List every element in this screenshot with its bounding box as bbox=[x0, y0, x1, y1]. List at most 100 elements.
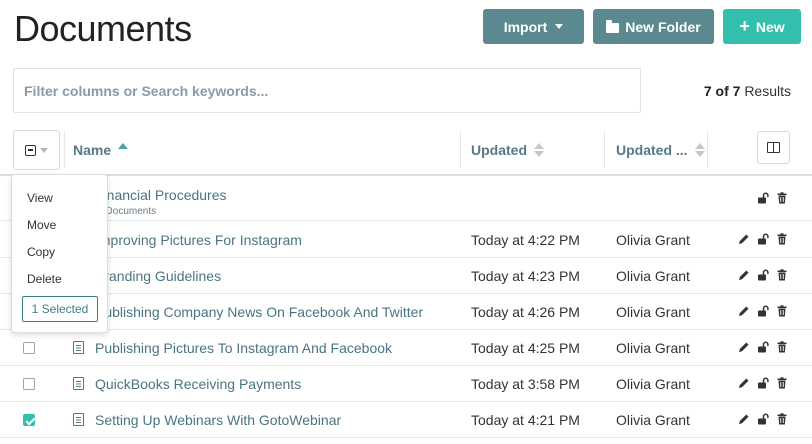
row-checkbox[interactable] bbox=[23, 378, 35, 390]
bulk-actions-menu: View Move Copy Delete 1 Selected bbox=[11, 174, 108, 333]
document-icon bbox=[73, 377, 84, 390]
row-name-link[interactable]: Financial Procedures bbox=[95, 187, 227, 203]
table-row[interactable]: QuickBooks Receiving Payments Today at 3… bbox=[0, 366, 812, 402]
unlock-icon[interactable] bbox=[757, 413, 769, 425]
column-divider bbox=[460, 132, 461, 168]
row-checkbox-checked[interactable] bbox=[23, 414, 35, 426]
row-actions bbox=[738, 233, 788, 245]
row-actions bbox=[738, 305, 788, 317]
results-count: 7 of 7 Results bbox=[704, 83, 791, 99]
trash-icon[interactable] bbox=[776, 377, 788, 389]
menu-item-copy[interactable]: Copy bbox=[27, 245, 55, 259]
unlock-icon[interactable] bbox=[757, 305, 769, 317]
pencil-icon[interactable] bbox=[738, 413, 750, 425]
column-header-updated-label: Updated bbox=[471, 142, 527, 158]
trash-icon[interactable] bbox=[776, 269, 788, 281]
row-updated-by: Olivia Grant bbox=[616, 376, 690, 392]
menu-item-view[interactable]: View bbox=[27, 191, 53, 205]
trash-icon[interactable] bbox=[776, 305, 788, 317]
folder-icon bbox=[606, 19, 620, 33]
row-name-link[interactable]: QuickBooks Receiving Payments bbox=[95, 376, 301, 392]
table-header: Name Updated Updated ... bbox=[0, 124, 812, 176]
row-updated-by: Olivia Grant bbox=[616, 232, 690, 248]
row-updated: Today at 4:26 PM bbox=[471, 304, 580, 320]
table-row[interactable]: Publishing Company News On Facebook And … bbox=[0, 294, 812, 330]
column-divider bbox=[604, 132, 605, 168]
row-checkbox[interactable] bbox=[23, 342, 35, 354]
column-divider bbox=[64, 132, 65, 168]
unlock-icon[interactable] bbox=[757, 192, 769, 204]
results-suffix: Results bbox=[744, 83, 791, 99]
caret-down-icon bbox=[555, 24, 564, 29]
row-actions bbox=[738, 413, 788, 425]
table-row[interactable]: Improving Pictures For Instagram Today a… bbox=[0, 222, 812, 258]
search-input[interactable] bbox=[13, 68, 641, 113]
selected-count-badge: 1 Selected bbox=[22, 296, 98, 322]
new-button[interactable]: + New bbox=[723, 9, 801, 44]
pencil-icon[interactable] bbox=[738, 377, 750, 389]
pencil-icon[interactable] bbox=[738, 341, 750, 353]
column-header-updated[interactable]: Updated bbox=[471, 142, 544, 158]
bulk-select-button[interactable] bbox=[13, 130, 60, 170]
new-folder-label: New Folder bbox=[625, 18, 701, 35]
partial-select-icon bbox=[25, 144, 36, 156]
new-folder-button[interactable]: New Folder bbox=[593, 9, 714, 44]
plus-icon: + bbox=[739, 15, 750, 36]
column-divider bbox=[707, 132, 708, 168]
results-of: of bbox=[715, 83, 729, 99]
new-label: New bbox=[755, 18, 785, 35]
column-header-updated-by[interactable]: Updated ... bbox=[616, 142, 705, 158]
row-updated: Today at 4:22 PM bbox=[471, 232, 580, 248]
row-updated-by: Olivia Grant bbox=[616, 268, 690, 284]
results-total: 7 bbox=[732, 83, 741, 99]
row-updated: Today at 3:58 PM bbox=[471, 376, 580, 392]
trash-icon[interactable] bbox=[776, 413, 788, 425]
page-title: Documents bbox=[14, 8, 192, 49]
unlock-icon[interactable] bbox=[757, 233, 769, 245]
chevron-down-icon bbox=[40, 147, 48, 153]
pencil-icon[interactable] bbox=[738, 305, 750, 317]
row-name-link[interactable]: Improving Pictures For Instagram bbox=[95, 232, 302, 248]
menu-item-delete[interactable]: Delete bbox=[27, 272, 62, 286]
pencil-icon[interactable] bbox=[738, 269, 750, 281]
row-updated: Today at 4:21 PM bbox=[471, 412, 580, 428]
unlock-icon[interactable] bbox=[757, 341, 769, 353]
table-row[interactable]: Financial Procedures in Documents bbox=[0, 177, 812, 221]
unlock-icon[interactable] bbox=[757, 269, 769, 281]
row-name-link[interactable]: Setting Up Webinars With GotoWebinar bbox=[95, 412, 341, 428]
trash-icon[interactable] bbox=[776, 192, 788, 204]
table-row[interactable]: Branding Guidelines Today at 4:23 PM Oli… bbox=[0, 258, 812, 294]
columns-icon bbox=[767, 142, 780, 153]
row-name-link[interactable]: Publishing Pictures To Instagram And Fac… bbox=[95, 340, 392, 356]
row-actions bbox=[738, 269, 788, 281]
menu-item-move[interactable]: Move bbox=[27, 218, 56, 232]
row-updated: Today at 4:23 PM bbox=[471, 268, 580, 284]
columns-toggle-button[interactable] bbox=[757, 131, 790, 164]
column-header-name[interactable]: Name bbox=[73, 142, 129, 158]
sort-icon bbox=[534, 143, 544, 157]
document-icon bbox=[73, 413, 84, 426]
results-shown: 7 bbox=[703, 83, 712, 99]
table-row[interactable]: Setting Up Webinars With GotoWebinar Tod… bbox=[0, 402, 812, 438]
sort-asc-icon bbox=[118, 143, 129, 157]
row-name-link[interactable]: Publishing Company News On Facebook And … bbox=[95, 304, 423, 320]
row-updated-by: Olivia Grant bbox=[616, 412, 690, 428]
pencil-icon[interactable] bbox=[738, 233, 750, 245]
column-header-name-label: Name bbox=[73, 142, 112, 158]
row-name-link[interactable]: Branding Guidelines bbox=[95, 268, 221, 284]
row-updated: Today at 4:25 PM bbox=[471, 340, 580, 356]
row-updated-by: Olivia Grant bbox=[616, 340, 690, 356]
table-row[interactable]: Publishing Pictures To Instagram And Fac… bbox=[0, 330, 812, 366]
unlock-icon[interactable] bbox=[757, 377, 769, 389]
column-header-updated-by-label: Updated ... bbox=[616, 142, 688, 158]
import-label: Import bbox=[503, 18, 548, 35]
row-updated-by: Olivia Grant bbox=[616, 304, 690, 320]
import-button[interactable]: Import bbox=[483, 9, 584, 44]
trash-icon[interactable] bbox=[776, 341, 788, 353]
sort-icon bbox=[694, 143, 705, 157]
row-actions bbox=[738, 377, 788, 389]
row-actions bbox=[757, 192, 788, 204]
document-icon bbox=[73, 341, 84, 354]
row-actions bbox=[738, 341, 788, 353]
trash-icon[interactable] bbox=[776, 233, 788, 245]
